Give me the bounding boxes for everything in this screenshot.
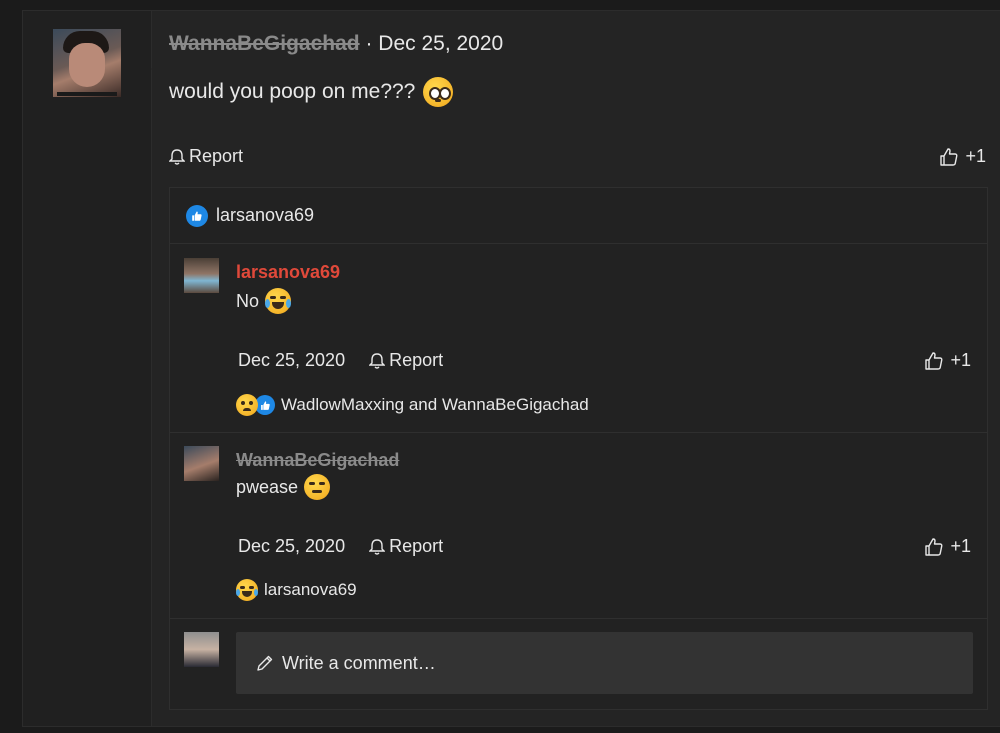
reply-meta: Dec 25, 2020 Report — [238, 350, 443, 371]
reply-like-button[interactable]: +1 — [924, 536, 971, 557]
bell-icon — [369, 352, 386, 370]
bell-icon — [169, 148, 185, 166]
user-column — [23, 11, 152, 726]
reply-report-button[interactable]: Report — [369, 536, 443, 557]
post-date[interactable]: Dec 25, 2020 — [378, 32, 503, 55]
report-button[interactable]: Report — [169, 146, 243, 167]
comment-placeholder: Write a comment… — [282, 652, 436, 673]
report-label: Report — [389, 350, 444, 370]
pleading-face-icon — [423, 77, 454, 107]
reply-item: WannaBeGigachad pwease Dec 25, 2020 Repo… — [170, 432, 987, 619]
comments-thread: larsanova69 larsanova69 No Dec 25, 2020 … — [169, 187, 988, 710]
reply-avatar[interactable] — [184, 446, 219, 481]
reply-item: larsanova69 No Dec 25, 2020 Report +1 Wa… — [170, 244, 987, 433]
post-body: would you poop on me??? — [169, 77, 454, 107]
speech-arrow — [151, 59, 161, 79]
reply-date[interactable]: Dec 25, 2020 — [238, 536, 345, 557]
like-button[interactable]: +1 — [939, 146, 986, 167]
current-user-avatar — [184, 632, 219, 667]
reply-body: No — [236, 288, 292, 314]
reply-author[interactable]: larsanova69 — [236, 262, 340, 283]
comment-input[interactable]: Write a comment… — [236, 632, 973, 694]
post-main: WannaBeGigachad · Dec 25, 2020 would you… — [169, 11, 1000, 726]
reply-date[interactable]: Dec 25, 2020 — [238, 350, 345, 371]
like-count: +1 — [965, 146, 986, 166]
thumbs-up-icon — [924, 537, 944, 557]
like-count: +1 — [950, 350, 971, 370]
author-avatar[interactable] — [53, 29, 121, 97]
thumbs-up-icon — [924, 351, 944, 371]
reply-like-button[interactable]: +1 — [924, 350, 971, 371]
report-label: Report — [189, 146, 244, 166]
like-count: +1 — [950, 536, 971, 556]
sad-face-icon — [236, 394, 258, 416]
crying-laughing-icon — [236, 579, 258, 601]
reply-author[interactable]: WannaBeGigachad — [236, 450, 399, 471]
reply-meta: Dec 25, 2020 Report — [238, 536, 443, 557]
like-reaction-icon — [186, 204, 208, 227]
reply-text: pwease — [236, 476, 299, 497]
reply-avatar[interactable] — [184, 258, 219, 293]
post-text: would you poop on me??? — [169, 80, 416, 103]
reply-reactions[interactable]: larsanova69 — [236, 579, 357, 601]
post-container: WannaBeGigachad · Dec 25, 2020 would you… — [22, 10, 1000, 727]
like-reaction-icon — [255, 395, 275, 415]
reply-body: pwease — [236, 474, 331, 500]
report-label: Report — [389, 536, 444, 556]
reacted-by: larsanova69 — [264, 580, 357, 599]
reply-reactions[interactable]: WadlowMaxxing and WannaBeGigachad — [236, 394, 589, 416]
bell-icon — [369, 538, 386, 556]
author-name[interactable]: WannaBeGigachad — [169, 32, 360, 55]
pencil-icon — [256, 654, 274, 672]
post-header: WannaBeGigachad · Dec 25, 2020 — [169, 32, 503, 56]
post-reactions[interactable]: larsanova69 — [170, 188, 987, 244]
reply-text: No — [236, 290, 260, 311]
header-separator: · — [365, 32, 373, 55]
thumbs-up-icon — [939, 147, 959, 167]
crying-laughing-icon — [265, 288, 292, 314]
persevering-face-icon — [304, 474, 331, 500]
reacted-by: WadlowMaxxing and WannaBeGigachad — [281, 395, 589, 414]
reply-report-button[interactable]: Report — [369, 350, 443, 371]
reaction-user: larsanova69 — [216, 205, 315, 225]
